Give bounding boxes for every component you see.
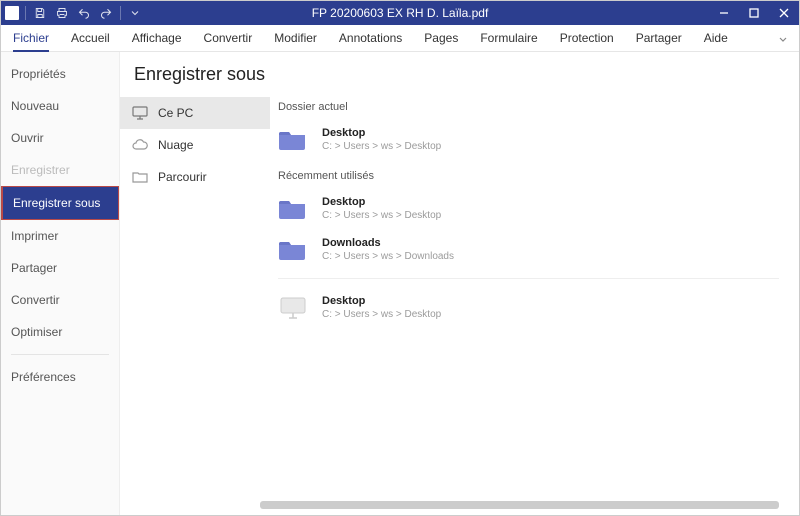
divider bbox=[278, 278, 779, 279]
current-folder-entry[interactable]: Desktop C: > Users > ws > Desktop bbox=[278, 123, 779, 164]
sidebar-item-ouvrir[interactable]: Ouvrir bbox=[1, 122, 119, 154]
monitor-icon bbox=[278, 296, 308, 320]
folder-icon bbox=[278, 197, 308, 221]
location-column: Ce PC Nuage Parcourir bbox=[120, 95, 270, 515]
menubar: Fichier Accueil Affichage Convertir Modi… bbox=[1, 25, 799, 52]
sidebar-item-convertir[interactable]: Convertir bbox=[1, 284, 119, 316]
titlebar: FP 20200603 EX RH D. Laïla.pdf bbox=[1, 1, 799, 25]
chevron-down-icon[interactable] bbox=[127, 5, 143, 21]
sidebar-divider bbox=[11, 354, 109, 355]
minimize-button[interactable] bbox=[709, 1, 739, 25]
main-row: Ce PC Nuage Parcourir Dossier actuel Des… bbox=[120, 95, 799, 515]
menu-aide[interactable]: Aide bbox=[704, 31, 728, 45]
section-recent: Récemment utilisés bbox=[278, 170, 779, 182]
entry-title: Desktop bbox=[322, 196, 441, 208]
sidebar-item-imprimer[interactable]: Imprimer bbox=[1, 220, 119, 252]
sidebar-item-nouveau[interactable]: Nouveau bbox=[1, 90, 119, 122]
sidebar-item-enregistrer: Enregistrer bbox=[1, 154, 119, 186]
menu-annotations[interactable]: Annotations bbox=[339, 31, 402, 45]
location-nuage[interactable]: Nuage bbox=[120, 129, 270, 161]
print-icon[interactable] bbox=[54, 5, 70, 21]
entry-path: C: > Users > ws > Downloads bbox=[322, 251, 454, 262]
menu-modifier[interactable]: Modifier bbox=[274, 31, 317, 45]
location-label: Nuage bbox=[158, 138, 193, 152]
window-controls bbox=[709, 1, 799, 25]
entry-path: C: > Users > ws > Desktop bbox=[322, 309, 441, 320]
sidebar-item-optimiser[interactable]: Optimiser bbox=[1, 316, 119, 348]
detail-column: Dossier actuel Desktop C: > Users > ws >… bbox=[270, 95, 799, 515]
entry-title: Desktop bbox=[322, 127, 441, 139]
close-button[interactable] bbox=[769, 1, 799, 25]
section-current-folder: Dossier actuel bbox=[278, 101, 779, 113]
entry-title: Desktop bbox=[322, 295, 441, 307]
redo-icon[interactable] bbox=[98, 5, 114, 21]
cloud-icon bbox=[132, 137, 148, 153]
folder-icon bbox=[278, 238, 308, 262]
main-panel: Enregistrer sous Ce PC Nuage Parcourir D… bbox=[119, 52, 799, 515]
file-sidebar: Propriétés Nouveau Ouvrir Enregistrer En… bbox=[1, 52, 119, 515]
location-parcourir[interactable]: Parcourir bbox=[120, 161, 270, 193]
undo-icon[interactable] bbox=[76, 5, 92, 21]
recent-entry[interactable]: Downloads C: > Users > ws > Downloads bbox=[278, 233, 779, 274]
entry-title: Downloads bbox=[322, 237, 454, 249]
folder-outline-icon bbox=[132, 169, 148, 185]
sidebar-item-preferences[interactable]: Préférences bbox=[1, 361, 119, 393]
location-label: Ce PC bbox=[158, 106, 193, 120]
maximize-button[interactable] bbox=[739, 1, 769, 25]
entry-path: C: > Users > ws > Desktop bbox=[322, 210, 441, 221]
menu-formulaire[interactable]: Formulaire bbox=[480, 31, 537, 45]
folder-icon bbox=[278, 128, 308, 152]
sidebar-item-partager[interactable]: Partager bbox=[1, 252, 119, 284]
sidebar-item-enregistrer-sous[interactable]: Enregistrer sous bbox=[1, 186, 119, 220]
titlebar-separator bbox=[25, 6, 26, 20]
recent-entry[interactable]: Desktop C: > Users > ws > Desktop bbox=[278, 192, 779, 233]
app-icon bbox=[5, 6, 19, 20]
menu-protection[interactable]: Protection bbox=[560, 31, 614, 45]
menu-partager[interactable]: Partager bbox=[636, 31, 682, 45]
horizontal-scrollbar[interactable] bbox=[260, 501, 779, 509]
monitor-icon bbox=[132, 105, 148, 121]
chevron-down-icon[interactable] bbox=[777, 33, 789, 51]
content: Propriétés Nouveau Ouvrir Enregistrer En… bbox=[1, 52, 799, 515]
menu-pages[interactable]: Pages bbox=[424, 31, 458, 45]
menu-fichier[interactable]: Fichier bbox=[13, 31, 49, 52]
menu-affichage[interactable]: Affichage bbox=[132, 31, 182, 45]
window-title: FP 20200603 EX RH D. Laïla.pdf bbox=[312, 6, 489, 20]
other-entry[interactable]: Desktop C: > Users > ws > Desktop bbox=[278, 291, 779, 332]
entry-path: C: > Users > ws > Desktop bbox=[322, 141, 441, 152]
save-icon[interactable] bbox=[32, 5, 48, 21]
titlebar-separator bbox=[120, 6, 121, 20]
sidebar-item-proprietes[interactable]: Propriétés bbox=[1, 58, 119, 90]
location-label: Parcourir bbox=[158, 170, 207, 184]
page-title: Enregistrer sous bbox=[120, 64, 799, 85]
menu-accueil[interactable]: Accueil bbox=[71, 31, 110, 45]
menu-convertir[interactable]: Convertir bbox=[204, 31, 253, 45]
titlebar-left bbox=[1, 5, 143, 21]
location-ce-pc[interactable]: Ce PC bbox=[120, 97, 270, 129]
